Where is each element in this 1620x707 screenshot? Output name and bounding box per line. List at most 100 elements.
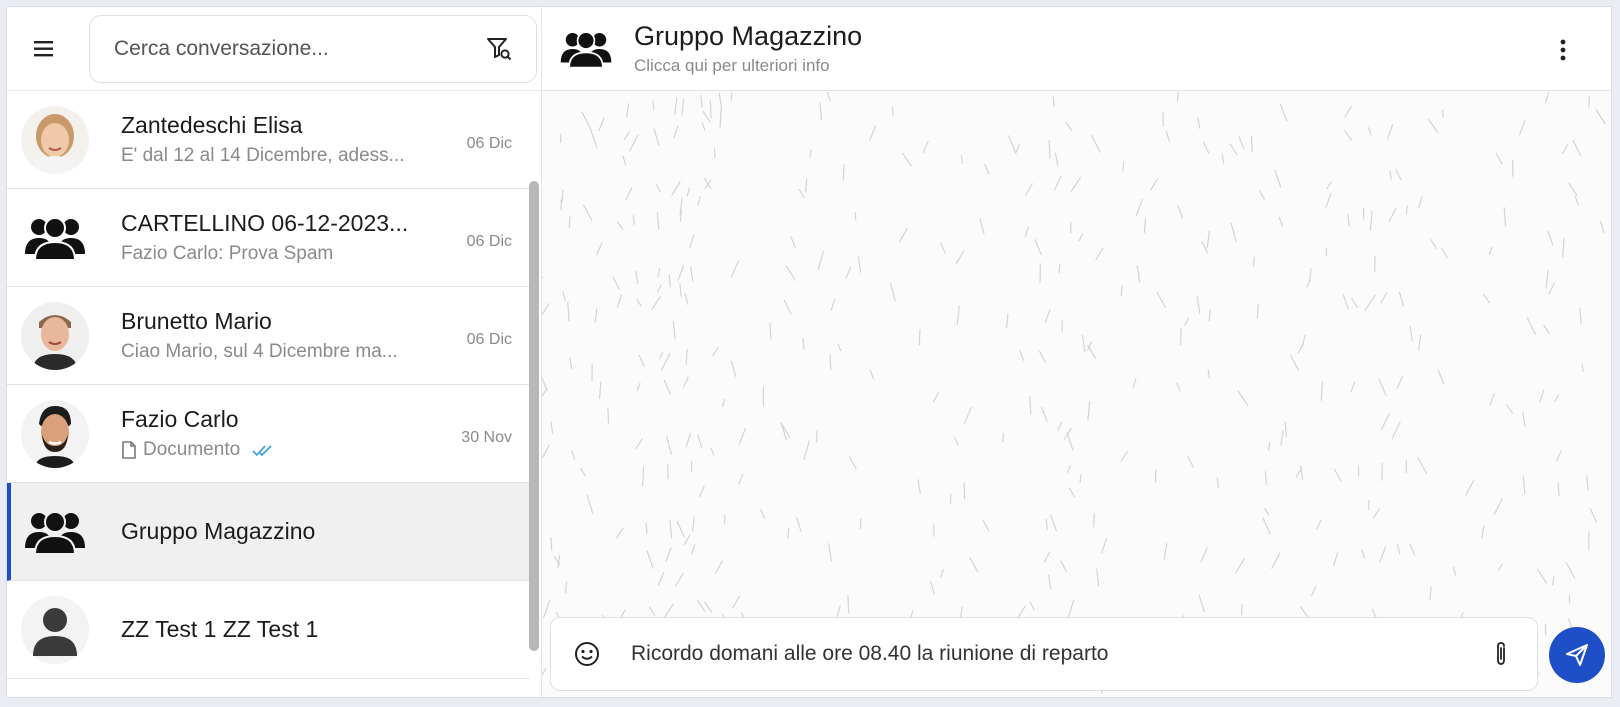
pattern-dash — [798, 188, 805, 198]
pattern-dash — [622, 155, 627, 166]
conversation-item[interactable]: ZZ Test 1 ZZ Test 1 — [7, 581, 530, 679]
conversation-preview: Documento — [121, 439, 504, 461]
pattern-dash — [674, 572, 685, 587]
pattern-dash — [1561, 143, 1569, 155]
pattern-dash — [557, 554, 561, 568]
pattern-dash — [714, 560, 723, 575]
pattern-dash — [1539, 389, 1545, 403]
pattern-dash — [685, 348, 688, 365]
pattern-dash — [1588, 96, 1591, 108]
pattern-dash — [1483, 293, 1491, 304]
paperclip-icon[interactable] — [1485, 638, 1517, 670]
pattern-dash — [1262, 516, 1271, 535]
pattern-dash — [1495, 152, 1503, 165]
pattern-dash — [1503, 207, 1507, 227]
filter-search-icon[interactable] — [484, 34, 514, 64]
conversation-preview-text: Documento — [143, 439, 241, 460]
pattern-dash — [1068, 599, 1075, 618]
pattern-dash — [561, 189, 564, 203]
pattern-dash — [1440, 247, 1449, 259]
pattern-dash — [696, 433, 703, 448]
pattern-dash — [1324, 192, 1332, 209]
pattern-dash — [665, 547, 672, 562]
pattern-dash — [1332, 552, 1339, 567]
pattern-dash — [1280, 430, 1284, 446]
double-check-icon — [252, 445, 272, 457]
conversation-item[interactable]: Zantedeschi Elisa E' dal 12 al 14 Dicemb… — [7, 91, 530, 189]
pattern-dash — [1221, 154, 1225, 164]
pattern-dash — [1398, 291, 1405, 307]
chat-subtitle[interactable]: Clicca qui per ulteriori info — [634, 56, 862, 76]
conversation-preview-text: Ciao Mario, sul 4 Dicembre ma... — [121, 341, 398, 362]
chat-header[interactable]: Gruppo Magazzino Clicca qui per ulterior… — [542, 7, 1611, 91]
conversation-item-active[interactable]: Gruppo Magazzino — [7, 483, 530, 581]
avatar — [21, 595, 89, 664]
conversation-item[interactable]: Fazio Carlo Documento 30 Nov — [7, 385, 530, 483]
pattern-dash — [1052, 96, 1055, 107]
emoji-icon[interactable] — [571, 638, 603, 670]
conversation-item[interactable]: Brunetto Mario Ciao Mario, sul 4 Dicembr… — [7, 287, 530, 385]
group-icon — [25, 510, 85, 555]
pattern-dash — [542, 302, 550, 316]
send-icon — [1566, 644, 1588, 666]
conversation-date: 06 Dic — [466, 331, 512, 348]
pattern-dash — [1024, 226, 1030, 238]
message-input[interactable] — [631, 642, 1485, 666]
pattern-dash — [652, 100, 655, 111]
conversation-header — [7, 7, 541, 91]
pattern-dash — [672, 321, 676, 340]
photo-woman-icon — [21, 105, 89, 174]
pattern-dash — [1090, 134, 1101, 153]
pattern-dash — [1256, 303, 1260, 319]
pattern-dash — [636, 298, 642, 307]
pattern-dash — [718, 92, 723, 111]
conversation-scrollbar[interactable] — [529, 181, 539, 651]
conversation-date: 06 Dic — [466, 233, 512, 250]
pattern-dash — [598, 117, 605, 132]
pattern-dash — [1197, 117, 1201, 129]
conversation-preview: Ciao Mario, sul 4 Dicembre ma... — [121, 341, 504, 363]
conversation-preview: E' dal 12 al 14 Dicembre, adess... — [121, 145, 504, 167]
pattern-dash — [1238, 135, 1245, 150]
pattern-dash — [648, 606, 656, 616]
pattern-dash — [1122, 161, 1125, 172]
pattern-dash — [719, 109, 722, 128]
pattern-dash — [594, 308, 598, 323]
send-button[interactable] — [1549, 627, 1605, 683]
pattern-dash — [1396, 375, 1404, 389]
conversation-panel: Zantedeschi Elisa E' dal 12 al 14 Dicemb… — [7, 7, 542, 697]
pattern-dash — [682, 376, 689, 388]
pattern-dash — [1565, 561, 1576, 580]
pattern-dash — [1308, 268, 1312, 282]
pattern-dash — [1344, 105, 1353, 118]
pattern-dash — [1271, 552, 1281, 570]
search-box — [89, 14, 537, 83]
chat-avatar — [558, 21, 614, 77]
pattern-dash — [1066, 431, 1074, 451]
pattern-dash — [769, 323, 772, 340]
pattern-dash — [1581, 363, 1584, 372]
pattern-dash — [891, 107, 894, 116]
conversation-name: CARTELLINO 06-12-2023... — [121, 210, 409, 236]
pattern-dash — [645, 522, 648, 534]
pattern-dash — [1536, 568, 1548, 584]
hamburger-menu-icon[interactable] — [29, 34, 59, 64]
kebab-menu-icon[interactable] — [1551, 35, 1575, 65]
pattern-dash — [703, 177, 712, 190]
pattern-dash — [1070, 177, 1082, 192]
pattern-dash — [542, 444, 550, 459]
pattern-dash — [686, 187, 691, 197]
pattern-dash — [1156, 291, 1167, 308]
pattern-dash — [1344, 129, 1353, 142]
user-icon — [21, 595, 89, 664]
pattern-dash — [1342, 294, 1349, 310]
pattern-dash — [1347, 214, 1350, 227]
conversation-item[interactable]: CARTELLINO 06-12-2023... Fazio Carlo: Pr… — [7, 189, 530, 287]
pattern-dash — [1391, 421, 1401, 440]
pattern-dash — [1001, 433, 1005, 443]
group-icon — [25, 216, 85, 261]
pattern-dash — [638, 354, 645, 367]
pattern-dash — [1364, 294, 1376, 312]
search-input[interactable] — [114, 36, 484, 61]
pattern-dash — [956, 305, 960, 325]
